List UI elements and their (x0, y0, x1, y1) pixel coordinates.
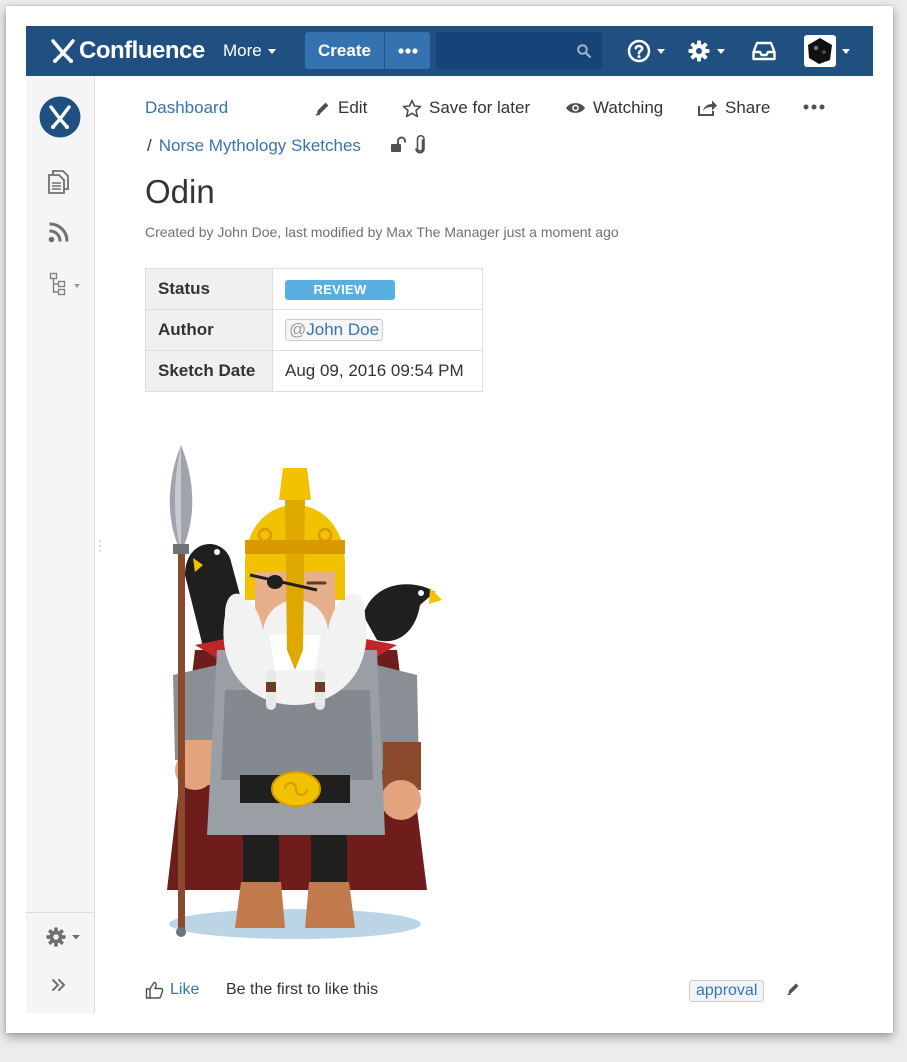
thumbs-up-icon (145, 981, 164, 999)
confluence-logo[interactable]: Confluence (50, 37, 205, 65)
watching-button[interactable]: Watching (565, 98, 663, 118)
table-row: Author @John Doe (145, 309, 483, 351)
star-icon (402, 99, 422, 117)
chevron-down-icon (657, 48, 665, 54)
sidebar (26, 76, 95, 1013)
pages-icon[interactable] (47, 169, 71, 195)
more-actions-button[interactable] (803, 97, 832, 117)
label-tag[interactable]: approval (689, 980, 765, 1002)
space-tools-menu[interactable] (45, 926, 81, 948)
gear-icon (688, 40, 710, 62)
save-for-later-button[interactable]: Save for later (402, 98, 530, 118)
property-value: Aug 09, 2016 09:54 PM (272, 350, 483, 392)
mention-at: @ (289, 320, 307, 339)
chevron-down-icon (72, 935, 80, 940)
table-row: Status REVIEW (145, 268, 483, 310)
collapse-sidebar-icon[interactable] (51, 978, 67, 992)
pencil-icon (315, 102, 329, 116)
more-label: More (223, 41, 262, 60)
share-label: Share (725, 98, 771, 117)
settings-menu[interactable] (687, 39, 725, 63)
inbox-icon[interactable] (752, 40, 776, 62)
sidebar-resize-handle[interactable]: · · · (98, 534, 102, 556)
sidebar-divider (26, 912, 94, 913)
user-mention[interactable]: @John Doe (285, 319, 384, 341)
unlock-icon[interactable] (390, 136, 406, 154)
help-icon (627, 39, 651, 63)
confluence-logo-icon (51, 39, 75, 63)
property-key: Author (145, 309, 273, 351)
page-byline: Created by John Doe, last modified by Ma… (145, 224, 619, 240)
share-icon (698, 100, 717, 116)
more-dots-icon (397, 47, 418, 54)
property-key: Status (145, 268, 273, 310)
chevron-down-icon (717, 48, 725, 54)
status-badge: REVIEW (285, 279, 395, 300)
share-button[interactable]: Share (697, 98, 770, 118)
edit-button[interactable]: Edit (314, 98, 367, 118)
property-value: REVIEW (272, 268, 483, 310)
rss-icon[interactable] (48, 221, 70, 243)
page-properties-table: Status REVIEW Author @John Doe Sketch Da… (145, 268, 483, 392)
save-for-later-label: Save for later (429, 98, 531, 117)
like-label: Like (170, 981, 200, 998)
breadcrumb: / Norse Mythology Sketches (147, 136, 361, 156)
top-navigation: Confluence More Create (26, 26, 873, 76)
page-tree-icon (49, 272, 66, 296)
mention-name: John Doe (306, 320, 380, 339)
like-button[interactable]: Like (145, 981, 199, 999)
avatar (804, 35, 836, 67)
help-menu[interactable] (627, 39, 665, 63)
property-key: Sketch Date (145, 350, 273, 392)
table-row: Sketch Date Aug 09, 2016 09:54 PM (145, 350, 483, 392)
dark-avatar-icon (805, 36, 835, 66)
more-dots-icon (803, 104, 825, 110)
space-logo-icon[interactable] (39, 96, 81, 138)
chevron-down-icon (267, 48, 276, 54)
breadcrumb-separator: / (147, 136, 152, 155)
page-tree-menu[interactable] (49, 272, 81, 296)
chevron-down-icon (74, 284, 80, 288)
odin-illustration (167, 445, 442, 939)
page-title: Odin (145, 173, 215, 210)
chevron-down-icon (842, 48, 850, 54)
logo-text: Confluence (79, 37, 205, 64)
watching-label: Watching (593, 98, 664, 117)
breadcrumb-space[interactable]: Norse Mythology Sketches (159, 136, 361, 156)
eye-icon (566, 103, 585, 113)
user-menu[interactable] (804, 35, 850, 67)
pencil-icon[interactable] (786, 981, 801, 996)
create-button[interactable]: Create (305, 32, 384, 69)
property-value: @John Doe (272, 309, 483, 351)
edit-label: Edit (338, 98, 368, 117)
like-summary: Be the first to like this (226, 981, 379, 998)
create-more-button[interactable] (385, 32, 430, 69)
breadcrumb-dashboard[interactable]: Dashboard (145, 98, 228, 118)
gear-icon (46, 927, 66, 947)
page-metadata-icons (390, 135, 426, 154)
search-icon[interactable] (577, 44, 591, 58)
paperclip-icon[interactable] (414, 135, 426, 154)
more-menu[interactable]: More (223, 41, 276, 61)
